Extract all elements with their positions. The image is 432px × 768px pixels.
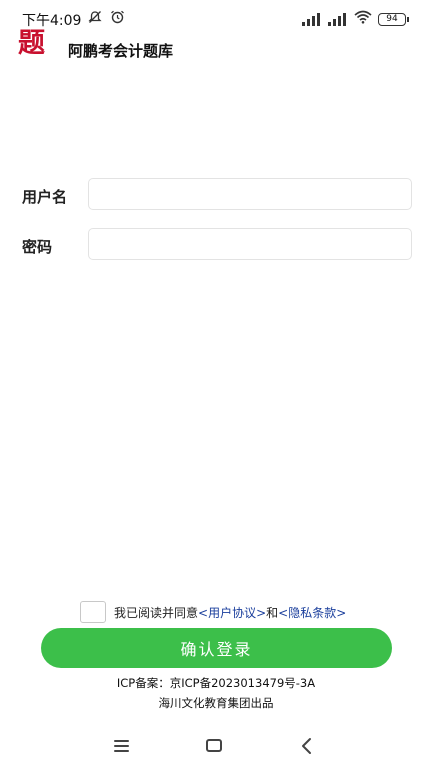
agreement-checkbox[interactable] <box>80 601 106 623</box>
agreement-text: 我已阅读并同意<用户协议>和<隐私条款> <box>114 604 346 621</box>
wifi-icon <box>354 10 372 28</box>
menu-icon[interactable] <box>114 740 129 752</box>
home-icon[interactable] <box>206 739 222 752</box>
app-header: 题 阿鹏考会计题库 <box>0 28 432 68</box>
back-icon[interactable] <box>300 737 314 755</box>
system-nav-bar <box>0 730 432 768</box>
password-row: 密码 <box>22 228 414 262</box>
app-title: 阿鹏考会计题库 <box>68 42 174 60</box>
confirm-login-button[interactable]: 确认登录 <box>41 628 392 668</box>
username-label: 用户名 <box>22 188 68 206</box>
password-input[interactable] <box>88 228 412 260</box>
username-row: 用户名 <box>22 178 414 212</box>
battery-icon: 94 <box>378 12 409 26</box>
status-right-icons: 94 <box>302 10 409 28</box>
app-logo: 题 <box>18 28 45 59</box>
mute-icon <box>88 10 102 28</box>
icp-record: ICP备案：京ICP备2023013479号-3A <box>116 676 316 690</box>
alarm-icon <box>110 10 125 28</box>
login-screen: 下午4:09 94 题 阿鹏考会计题库 用户名 密码 我已阅读并同意<用户协议>… <box>0 0 432 768</box>
password-label: 密码 <box>22 238 53 256</box>
status-left-icons <box>88 10 125 28</box>
agreement-and: 和 <box>266 605 279 620</box>
agreement-prefix: 我已阅读并同意 <box>114 605 199 620</box>
company-credit: 海川文化教育集团出品 <box>158 696 274 710</box>
user-agreement-link[interactable]: <用户协议> <box>198 606 266 620</box>
privacy-policy-link[interactable]: <隐私条款> <box>278 606 346 620</box>
agreement-row: 我已阅读并同意<用户协议>和<隐私条款> <box>80 601 346 623</box>
signal-icon <box>302 12 322 26</box>
signal-icon <box>328 12 348 26</box>
username-input[interactable] <box>88 178 412 210</box>
status-time: 下午4:09 <box>22 13 82 29</box>
